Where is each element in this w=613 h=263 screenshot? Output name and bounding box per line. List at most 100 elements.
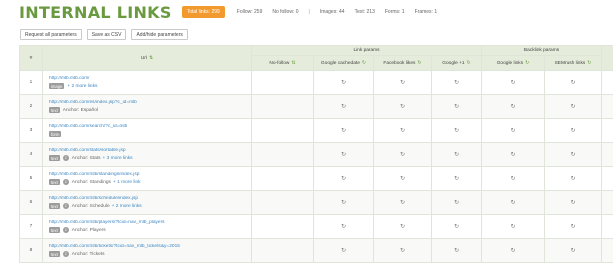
url-link[interactable]: http://mlb.mlb.com/mlb/standings/index.j… (49, 172, 251, 177)
refresh-icon[interactable]: ↻ (454, 127, 459, 134)
url-link[interactable]: http://mlb.mlb.com/es/index.jsp?c_id=mlb (49, 100, 251, 105)
google-cache-cell: ↻ (313, 190, 374, 215)
sort-icon[interactable]: ⇅ (291, 60, 295, 66)
refresh-icon[interactable]: ↻ (571, 127, 576, 134)
nofollow-cell (251, 70, 314, 95)
google-links-cell: ↻ (481, 166, 546, 191)
refresh-icon[interactable]: ↻ (400, 199, 405, 206)
refresh-icon[interactable]: ↻ (454, 223, 459, 230)
row-number: 2 (19, 94, 43, 119)
refresh-icon[interactable]: ↻ (571, 199, 576, 206)
google-links-cell: ↻ (481, 70, 546, 95)
refresh-icon[interactable]: ↻ (341, 103, 346, 110)
refresh-icon[interactable]: ↻ (511, 223, 516, 230)
col-nofollow-header[interactable]: No-follow ⇅ (251, 55, 314, 71)
url-link[interactable]: http://mlb.mlb.com/stats/sortable.jsp (49, 148, 251, 153)
refresh-icon[interactable]: ↻ (525, 60, 529, 66)
semrush-cell: ↻ (544, 190, 603, 215)
refresh-icon[interactable]: ↻ (454, 247, 459, 254)
more-links-link[interactable]: + 3 more links (103, 156, 133, 161)
refresh-icon[interactable]: ↻ (571, 103, 576, 110)
add-hide-parameters-button[interactable]: Add/hide parameters (131, 29, 188, 40)
refresh-icon[interactable]: ↻ (341, 223, 346, 230)
link-meta: text 2 Anchor: Tickets (49, 251, 251, 257)
refresh-icon[interactable]: ↻ (341, 151, 346, 158)
count-badge: 2 (62, 227, 69, 233)
url-link[interactable]: http://mlb.mlb.com/mlb/tickets/?tcid=nav… (49, 244, 251, 249)
col-semrush-header[interactable]: SEMrush links ↻ (544, 55, 603, 71)
col-url-header[interactable]: Url ⇅ (42, 45, 252, 71)
refresh-icon[interactable]: ↻ (511, 247, 516, 254)
sort-icon[interactable]: ⇅ (149, 55, 153, 61)
refresh-icon[interactable]: ↻ (511, 199, 516, 206)
refresh-icon[interactable]: ↻ (571, 151, 576, 158)
url-cell: http://mlb.mlb.com/mlb/players/?tcid=nav… (42, 214, 252, 239)
refresh-icon[interactable]: ↻ (341, 247, 346, 254)
refresh-icon[interactable]: ↻ (571, 223, 576, 230)
refresh-icon[interactable]: ↻ (454, 175, 459, 182)
row-number: 7 (19, 214, 43, 239)
google-cache-cell: ↻ (313, 238, 374, 263)
url-link[interactable]: http://mlb.mlb.com/ (49, 76, 251, 81)
refresh-icon[interactable]: ↻ (511, 103, 516, 110)
request-all-parameters-button[interactable]: Request all parameters (20, 29, 82, 40)
url-link[interactable]: http://mlb.mlb.com/mlb/schedule/index.js… (49, 196, 251, 201)
refresh-icon[interactable]: ↻ (511, 127, 516, 134)
url-link[interactable]: http://mlb.mlb.com/search/?c_id=mlb (49, 124, 251, 129)
refresh-icon[interactable]: ↻ (454, 79, 459, 86)
refresh-icon[interactable]: ↻ (341, 127, 346, 134)
refresh-icon[interactable]: ↻ (341, 175, 346, 182)
refresh-icon[interactable]: ↻ (400, 79, 405, 86)
refresh-icon[interactable]: ↻ (400, 175, 405, 182)
col-facebook-header[interactable]: Facebook likes ↻ (373, 55, 432, 71)
refresh-icon[interactable]: ↻ (571, 79, 576, 86)
extra-cell (601, 166, 613, 191)
total-links-badge: Total links: 299 (181, 6, 225, 18)
url-link[interactable]: http://mlb.mlb.com/mlb/players/?tcid=nav… (49, 220, 251, 225)
col-gplus-header[interactable]: Google +1 ↻ (430, 55, 483, 71)
semrush-cell: ↻ (544, 70, 603, 95)
col-google-cache-header[interactable]: Google cachedate ↻ (313, 55, 374, 71)
save-csv-button[interactable]: Save as CSV (86, 29, 127, 40)
refresh-icon[interactable]: ↻ (362, 60, 366, 66)
more-links-link[interactable]: + 2 more links (112, 204, 142, 209)
refresh-icon[interactable]: ↻ (571, 247, 576, 254)
refresh-icon[interactable]: ↻ (571, 175, 576, 182)
refresh-icon[interactable]: ↻ (454, 103, 459, 110)
refresh-icon[interactable]: ↻ (400, 247, 405, 254)
refresh-icon[interactable]: ↻ (511, 151, 516, 158)
link-meta: form (49, 131, 251, 137)
refresh-icon[interactable]: ↻ (511, 79, 516, 86)
refresh-icon[interactable]: ↻ (454, 151, 459, 158)
nofollow-cell (251, 118, 314, 143)
nofollow-cell (251, 142, 314, 167)
refresh-icon[interactable]: ↻ (467, 60, 471, 66)
refresh-icon[interactable]: ↻ (400, 151, 405, 158)
refresh-icon[interactable]: ↻ (587, 60, 591, 66)
more-links-link[interactable]: + 1 more link (113, 180, 141, 185)
table-row: 8 http://mlb.mlb.com/mlb/tickets/?tcid=na… (19, 238, 613, 263)
table-row: 2 http://mlb.mlb.com/es/index.jsp?c_id=ml… (19, 94, 613, 119)
table-row: 6 http://mlb.mlb.com/mlb/schedule/index.j… (19, 190, 613, 215)
refresh-icon[interactable]: ↻ (400, 127, 405, 134)
refresh-icon[interactable]: ↻ (511, 175, 516, 182)
refresh-icon[interactable]: ↻ (400, 103, 405, 110)
type-tag: text (49, 203, 60, 209)
url-cell: http://mlb.mlb.com/stats/sortable.jsp tex… (42, 142, 252, 167)
col-google-links-header[interactable]: Google links ↻ (481, 55, 546, 71)
extra-cell (601, 190, 613, 215)
refresh-icon[interactable]: ↻ (454, 199, 459, 206)
table-row: 4 http://mlb.mlb.com/stats/sortable.jsp te… (19, 142, 613, 167)
semrush-cell: ↻ (544, 142, 603, 167)
more-links-link[interactable]: + 2 more links (67, 84, 97, 89)
refresh-icon[interactable]: ↻ (417, 60, 421, 66)
count-badge: 2 (62, 251, 69, 257)
col-number-header: # (19, 45, 43, 71)
google-links-cell: ↻ (481, 190, 546, 215)
refresh-icon[interactable]: ↻ (400, 223, 405, 230)
refresh-icon[interactable]: ↻ (341, 199, 346, 206)
row-number: 1 (19, 70, 43, 95)
refresh-icon[interactable]: ↻ (341, 79, 346, 86)
type-tag: text (49, 227, 60, 233)
stat-frames: Frames: 1 (414, 9, 438, 15)
